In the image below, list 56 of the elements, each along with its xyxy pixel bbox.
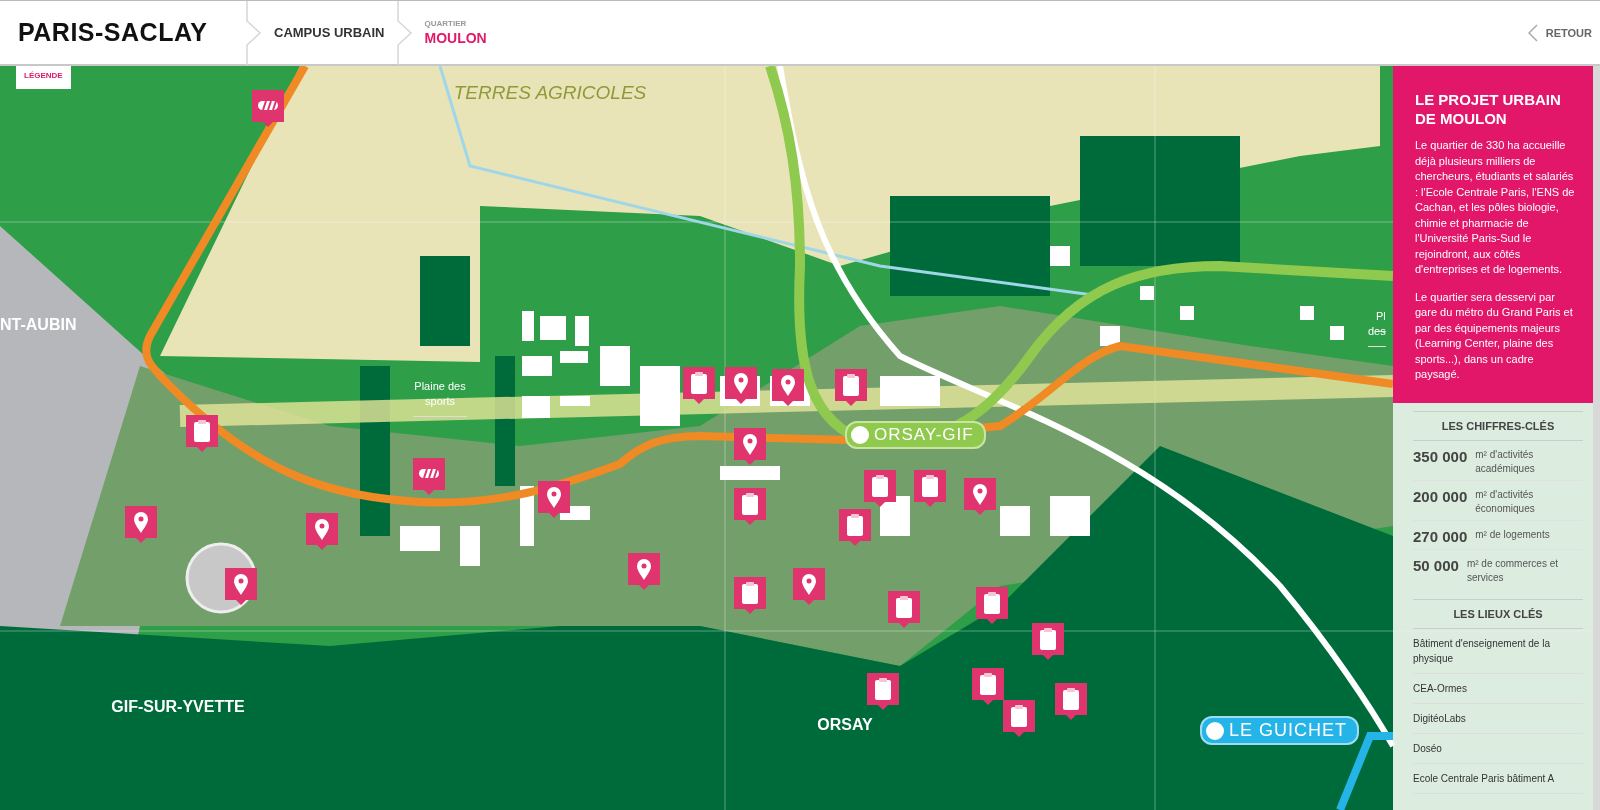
clipboard-marker-icon[interactable] <box>186 415 218 453</box>
place-link[interactable]: Bâtiment d'enseignement de la physique <box>1413 628 1583 674</box>
description-text: Le quartier sera desservi par gare du métro du Grand Paris et par des équipements majeurs (Learning Center, plaine des sports...), dans un cadre paysagé. <box>1415 289 1574 382</box>
section-heading: LES LIEUX CLÉS <box>1413 598 1583 629</box>
location-marker-icon[interactable] <box>793 568 825 606</box>
legend-tab[interactable]: LÉGENDE <box>16 66 71 89</box>
figure-label: m² d'activités économiques <box>1475 487 1536 516</box>
clipboard-marker-icon[interactable] <box>867 673 899 711</box>
figure-value: 270 000 <box>1413 527 1468 545</box>
back-link[interactable]: RETOUR <box>1527 1 1600 64</box>
location-marker-icon[interactable] <box>538 481 570 519</box>
location-marker-icon[interactable] <box>772 369 804 407</box>
figure-label: m² d'activités académiques <box>1475 447 1536 476</box>
figure-label: m² de logements <box>1475 527 1550 542</box>
clipboard-marker-icon[interactable] <box>835 369 867 407</box>
description-text: Le quartier de 330 ha accueille déjà plusieurs milliers de chercheurs, étudiants et salariés : l'Ecole Centrale Paris, l'ENS de Cachan, et les pôles biologie, chimie et pharmacie de l'Université Paris-Sud le rejoindront, aux côtés d'entreprises et de logements. <box>1415 138 1576 277</box>
clipboard-marker-icon[interactable] <box>734 577 766 615</box>
location-marker-icon[interactable] <box>734 428 766 466</box>
clipboard-marker-icon[interactable] <box>1032 623 1064 661</box>
clipboard-marker-icon[interactable] <box>888 591 920 629</box>
place-link[interactable]: DigitéoLabs <box>1413 703 1583 734</box>
figure-label: m² de commerces et services <box>1466 556 1560 585</box>
place-link[interactable]: CEA-Ormes <box>1413 673 1583 704</box>
panel-title: LE PROJET URBAIN DE MOULON <box>1415 90 1562 128</box>
map-label: NT-AUBIN <box>0 316 77 334</box>
clipboard-marker-icon[interactable] <box>683 367 715 405</box>
clipboard-marker-icon[interactable] <box>976 587 1008 625</box>
map-label: TERRES AGRICOLES <box>453 82 647 104</box>
clipboard-marker-icon[interactable] <box>1003 700 1035 738</box>
figure-value: 350 000 <box>1413 447 1468 465</box>
location-marker-icon[interactable] <box>725 367 757 405</box>
location-marker-icon[interactable] <box>225 568 257 606</box>
map-label: ORSAY <box>817 716 873 734</box>
breadcrumb-link[interactable]: CAMPUS URBAIN <box>268 1 397 64</box>
map-label: GIF-SUR-YVETTE <box>111 698 245 716</box>
chevron-left-icon <box>1527 23 1538 42</box>
section-heading: LES CHIFFRES-CLÉS <box>1413 410 1583 441</box>
clipboard-marker-icon[interactable] <box>734 488 766 526</box>
location-marker-icon[interactable] <box>628 553 660 591</box>
barrier-marker-icon[interactable] <box>413 458 445 496</box>
clipboard-marker-icon[interactable] <box>972 668 1004 706</box>
clipboard-marker-icon[interactable] <box>839 509 871 547</box>
location-marker-icon[interactable] <box>306 513 338 551</box>
place-link[interactable]: Doséo <box>1413 733 1583 764</box>
clipboard-marker-icon[interactable] <box>914 470 946 508</box>
figure-value: 200 000 <box>1413 487 1468 505</box>
clipboard-marker-icon[interactable] <box>1055 683 1087 721</box>
barrier-marker-icon[interactable] <box>252 90 284 128</box>
place-link[interactable]: Ecole Centrale Paris bâtiment A <box>1413 763 1583 794</box>
figure-value: 50 000 <box>1413 556 1459 574</box>
site-logo[interactable]: PARIS-SACLAY <box>0 1 246 64</box>
location-marker-icon[interactable] <box>964 478 996 516</box>
scrollbar[interactable] <box>1593 66 1600 810</box>
location-marker-icon[interactable] <box>125 506 157 544</box>
breadcrumb-link[interactable]: QUARTIER MOULON <box>418 1 499 64</box>
clipboard-marker-icon[interactable] <box>864 470 896 508</box>
